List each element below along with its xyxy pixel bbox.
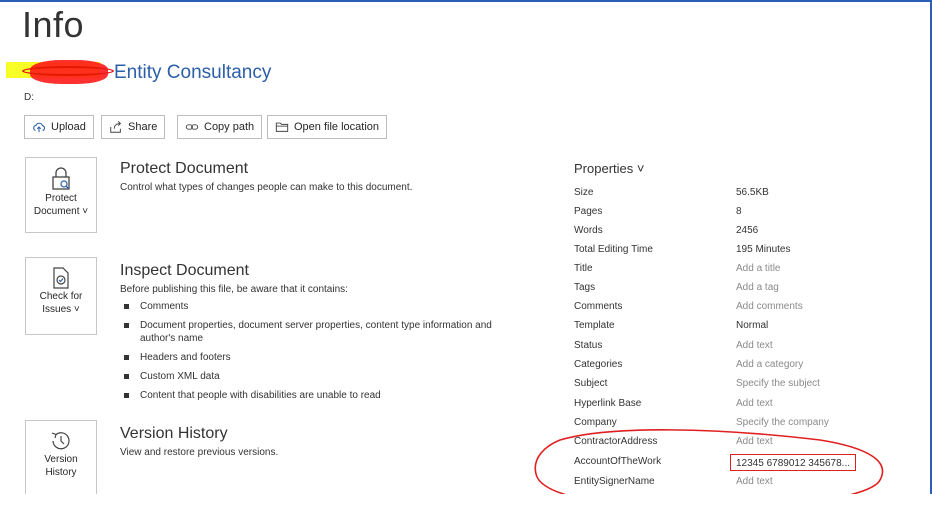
property-label: Size [574,187,594,198]
subject-field[interactable]: Specify the subject [736,378,820,389]
protect-tile-line1: Protect [45,193,77,204]
window-bottom-area [0,494,932,513]
property-label: Company [574,417,617,428]
upload-cloud-icon [33,122,46,133]
comments-field[interactable]: Add comments [736,301,803,312]
version-history-title: Version History [120,425,228,442]
property-label: ContractorAddress [574,436,658,447]
entity-signer-name-field[interactable]: Add text [736,476,773,487]
inspect-tile-line1: Check for [39,291,83,302]
version-history-description: View and restore previous versions. [120,447,279,458]
hyperlink-base-field[interactable]: Add text [736,398,773,409]
property-label: Words [574,225,603,236]
inspect-items-list: Comments Document properties, document s… [122,300,522,408]
property-label: EntitySignerName [574,476,655,487]
open-file-location-button[interactable]: Open file location [267,115,387,139]
property-label: Pages [574,206,603,217]
list-item: Headers and footers [122,351,522,364]
upload-label: Upload [51,121,86,133]
status-field[interactable]: Add text [736,340,773,351]
property-value: 56.5KB [736,187,769,198]
page-title: Info [22,4,85,45]
lock-icon [52,167,70,190]
protect-document-title: Protect Document [120,160,249,177]
protect-document-description: Control what types of changes people can… [120,182,413,193]
property-label: Categories [574,359,623,370]
version-history-button[interactable]: Version History [25,420,97,494]
list-item: Document properties, document server pro… [122,319,522,345]
properties-dropdown[interactable]: Properties ˅ [574,161,644,176]
property-label: Title [574,263,593,274]
inspect-document-title: Inspect Document [120,262,249,279]
property-label: AccountOfTheWork [574,456,662,467]
open-file-location-label: Open file location [294,121,379,133]
redaction-scribble [22,60,114,84]
check-for-issues-button[interactable]: Check for Issues ˅ [25,257,97,335]
property-label: Tags [574,282,596,293]
list-item: Custom XML data [122,370,522,383]
property-label: Hyperlink Base [574,398,642,409]
list-item: Content that people with disabilities ar… [122,389,522,402]
title-field[interactable]: Add a title [736,263,780,274]
tags-field[interactable]: Add a tag [736,282,779,293]
copy-path-button[interactable]: Copy path [177,115,263,139]
link-icon [185,124,199,130]
copy-path-label: Copy path [204,121,255,133]
upload-button[interactable]: Upload [24,115,94,139]
protect-document-button[interactable]: Protect Document ˅ [25,157,97,233]
inspect-tile-line2: Issues ˅ [42,304,80,315]
company-field[interactable]: Specify the company [736,417,829,428]
window-top-border [0,0,932,2]
document-name: Entity Consultancy [114,62,272,83]
account-of-the-work-value: 12345 6789012 345678... [736,458,850,469]
protect-tile-line2: Document ˅ [33,206,89,217]
inspect-document-icon [53,267,69,289]
list-item: Comments [122,300,522,313]
share-icon [110,120,122,133]
share-label: Share [128,121,158,133]
property-label: Total Editing Time [574,244,653,255]
property-label: Comments [574,301,623,312]
document-location: D: [24,92,34,103]
property-value: 2456 [736,225,759,236]
property-label: Status [574,340,603,351]
inspect-document-description: Before publishing this file, be aware th… [120,284,348,295]
categories-field[interactable]: Add a category [736,359,803,370]
contractor-address-field[interactable]: Add text [736,436,773,447]
property-value: 8 [736,206,742,217]
property-value: 195 Minutes [736,244,791,255]
share-button[interactable]: Share [101,115,166,139]
property-label: Template [574,320,615,331]
version-tile-line1: Version [44,454,78,465]
property-value: Normal [736,320,769,331]
folder-icon [275,122,289,132]
property-label: Subject [574,378,608,389]
version-tile-line2: History [45,467,77,478]
history-clock-icon [51,432,70,450]
